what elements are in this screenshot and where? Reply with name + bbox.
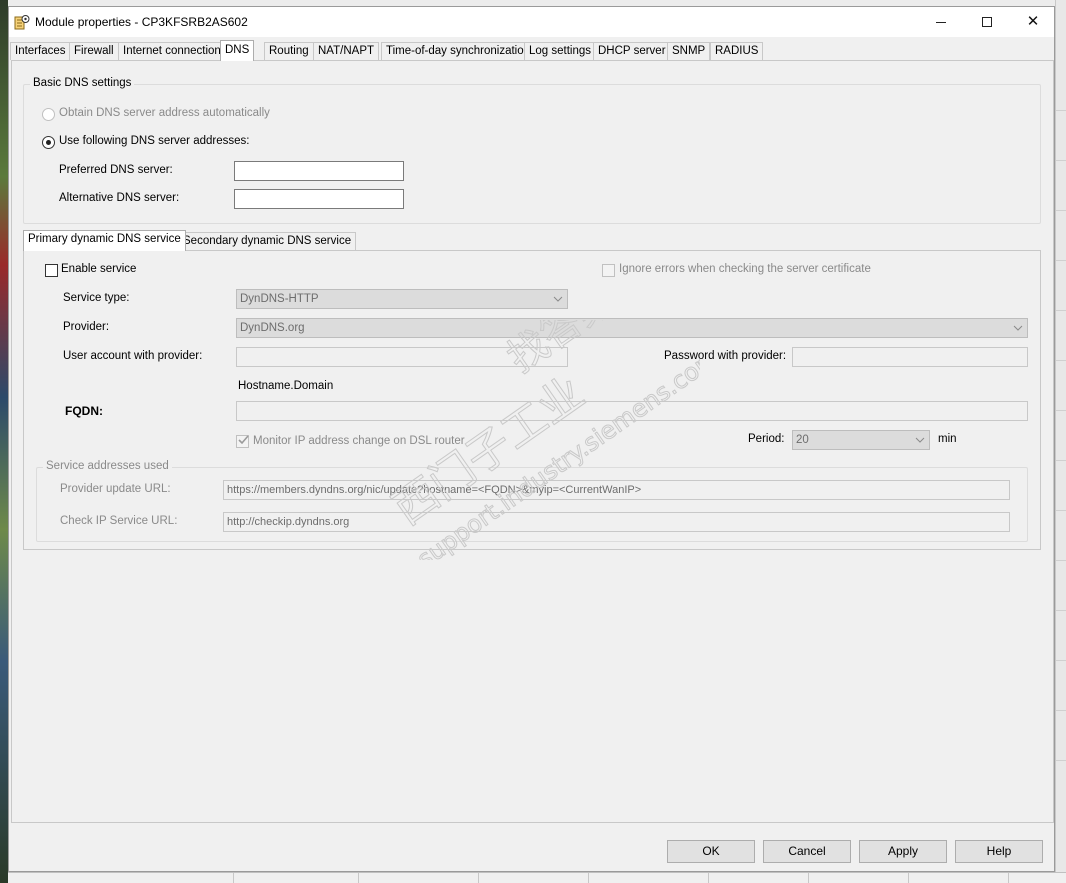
monitor-ip-label: Monitor IP address change on DSL router bbox=[253, 435, 465, 447]
user-account-input[interactable] bbox=[236, 347, 568, 367]
service-addresses-group: Service addresses used Provider update U… bbox=[36, 460, 1028, 542]
basic-dns-group-label: Basic DNS settings bbox=[30, 77, 135, 89]
provider-update-url-input[interactable]: https://members.dyndns.org/nic/update?ho… bbox=[223, 480, 1010, 500]
provider-select[interactable]: DynDNS.org bbox=[236, 318, 1028, 338]
provider-label: Provider: bbox=[63, 321, 110, 333]
apply-button[interactable]: Apply bbox=[859, 840, 947, 863]
tab-dhcp-server[interactable]: DHCP server bbox=[593, 42, 671, 60]
preferred-dns-label: Preferred DNS server: bbox=[59, 164, 173, 176]
check-ip-url-label: Check IP Service URL: bbox=[60, 515, 178, 527]
chevron-down-icon bbox=[1013, 320, 1023, 339]
chevron-down-icon bbox=[915, 432, 925, 451]
tab-firewall[interactable]: Firewall bbox=[69, 42, 119, 60]
basic-dns-group: Basic DNS settings Obtain DNS server add… bbox=[23, 77, 1041, 224]
chevron-down-icon bbox=[553, 291, 563, 310]
period-label: Period: bbox=[748, 433, 785, 445]
enable-service-label: Enable service bbox=[61, 263, 137, 275]
help-button[interactable]: Help bbox=[955, 840, 1043, 863]
auto-dns-radio[interactable] bbox=[42, 108, 55, 121]
property-tabs: Interfaces Firewall Internet connection … bbox=[9, 40, 1054, 61]
tab-snmp[interactable]: SNMP bbox=[667, 42, 711, 60]
maximize-button[interactable] bbox=[964, 7, 1010, 37]
fqdn-label: FQDN: bbox=[65, 404, 103, 418]
period-select[interactable]: 20 bbox=[792, 430, 930, 450]
ok-button[interactable]: OK bbox=[667, 840, 755, 863]
service-type-label: Service type: bbox=[63, 292, 130, 304]
minimize-button[interactable] bbox=[918, 7, 964, 37]
ignore-cert-errors-label: Ignore errors when checking the server c… bbox=[619, 263, 871, 275]
title-bar: Module properties - CP3KFSRB2AS602 ✕ bbox=[9, 7, 1054, 37]
tab-dns[interactable]: DNS bbox=[220, 40, 255, 61]
ignore-cert-errors-checkbox[interactable] bbox=[602, 264, 615, 277]
tab-time-of-day-sync[interactable]: Time-of-day synchronization bbox=[381, 42, 536, 60]
dynamic-dns-panel: Enable service Ignore errors when checki… bbox=[23, 250, 1041, 550]
tab-log-settings[interactable]: Log settings bbox=[524, 42, 597, 60]
tab-radius[interactable]: RADIUS bbox=[710, 42, 764, 60]
minimize-icon bbox=[936, 22, 946, 23]
close-icon: ✕ bbox=[1026, 13, 1040, 30]
check-ip-url-input[interactable]: http://checkip.dyndns.org bbox=[223, 512, 1010, 532]
period-unit: min bbox=[938, 433, 957, 445]
hostname-domain-caption: Hostname.Domain bbox=[238, 380, 334, 392]
alternative-dns-input[interactable] bbox=[234, 189, 404, 209]
close-button[interactable]: ✕ bbox=[1010, 7, 1056, 37]
monitor-ip-checkbox[interactable] bbox=[236, 435, 249, 448]
alternative-dns-label: Alternative DNS server: bbox=[59, 192, 180, 204]
module-properties-dialog: Module properties - CP3KFSRB2AS602 ✕ Int… bbox=[8, 6, 1055, 872]
dns-tab-panel: Basic DNS settings Obtain DNS server add… bbox=[11, 60, 1054, 823]
background-spreadsheet bbox=[1055, 0, 1066, 883]
provider-update-url-label: Provider update URL: bbox=[60, 483, 171, 495]
password-input[interactable] bbox=[792, 347, 1028, 367]
manual-dns-label: Use following DNS server addresses: bbox=[59, 135, 250, 147]
fqdn-input[interactable] bbox=[236, 401, 1028, 421]
tab-nat-napt[interactable]: NAT/NAPT bbox=[313, 42, 380, 60]
service-addresses-group-label: Service addresses used bbox=[43, 460, 172, 472]
cancel-button[interactable]: Cancel bbox=[763, 840, 851, 863]
preferred-dns-input[interactable] bbox=[234, 161, 404, 181]
settings-icon bbox=[14, 14, 30, 30]
maximize-icon bbox=[982, 17, 992, 27]
service-type-select[interactable]: DynDNS-HTTP bbox=[236, 289, 568, 309]
tab-routing[interactable]: Routing bbox=[264, 42, 314, 60]
user-account-label: User account with provider: bbox=[63, 350, 203, 362]
background-desktop bbox=[0, 0, 8, 883]
enable-service-checkbox[interactable] bbox=[45, 264, 58, 277]
tab-internet-connection[interactable]: Internet connection bbox=[118, 42, 226, 60]
checkmark-icon bbox=[238, 434, 249, 448]
password-label: Password with provider: bbox=[664, 350, 787, 362]
tab-interfaces[interactable]: Interfaces bbox=[10, 42, 71, 60]
auto-dns-label: Obtain DNS server address automatically bbox=[59, 107, 270, 119]
tab-secondary-dynamic-dns[interactable]: Secondary dynamic DNS service bbox=[178, 232, 357, 251]
window-title: Module properties - CP3KFSRB2AS602 bbox=[35, 15, 248, 29]
manual-dns-radio[interactable] bbox=[42, 136, 55, 149]
tab-primary-dynamic-dns[interactable]: Primary dynamic DNS service bbox=[23, 230, 186, 251]
background-spreadsheet-bottom bbox=[8, 872, 1066, 883]
